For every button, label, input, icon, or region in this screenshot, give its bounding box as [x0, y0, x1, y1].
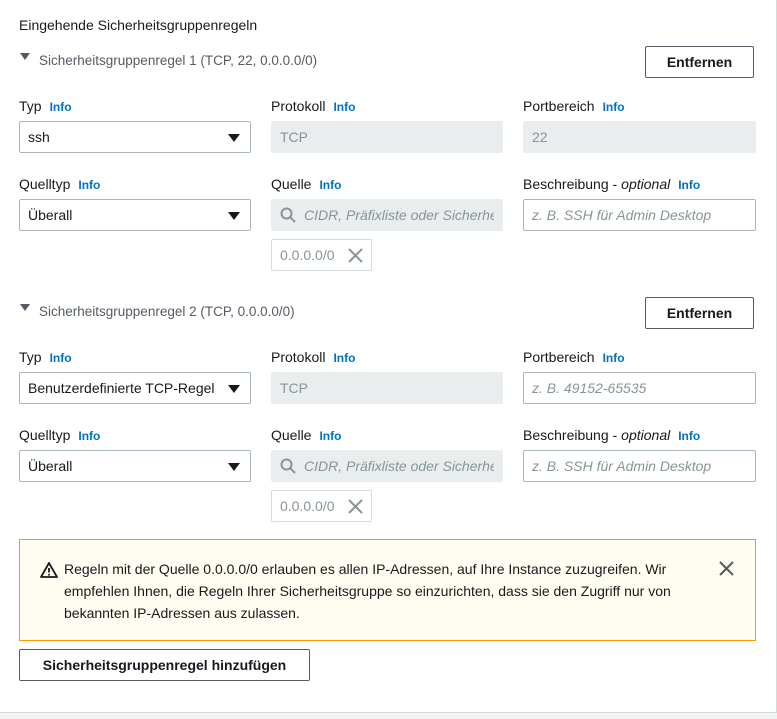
description-label: Beschreibung - optional Info	[523, 176, 701, 192]
source-type-label: Quelltyp Info	[19, 427, 101, 443]
info-link[interactable]: Info	[78, 429, 100, 443]
close-icon[interactable]	[348, 248, 363, 263]
rule-1-protocol-field: TCP	[271, 121, 503, 153]
info-link[interactable]: Info	[678, 429, 700, 443]
rule-1-description-input[interactable]: z. B. SSH für Admin Desktop	[523, 199, 756, 231]
inbound-rules-panel: Eingehende Sicherheitsgruppenregeln Sich…	[0, 0, 777, 713]
source-label: Quelle Info	[271, 176, 342, 192]
info-link[interactable]: Info	[603, 351, 625, 365]
info-link[interactable]: Info	[78, 178, 100, 192]
rule-2-title: Sicherheitsgruppenregel 2 (TCP, 0.0.0.0/…	[39, 304, 295, 319]
info-link[interactable]: Info	[319, 178, 341, 192]
search-icon	[280, 458, 296, 474]
rule-1-source-search-input[interactable]: CIDR, Präfixliste oder Sicherhei	[271, 199, 503, 231]
port-range-label: Portbereich Info	[523, 349, 625, 365]
rule-1-source-type-select[interactable]: Überall	[19, 199, 251, 231]
caret-down-icon[interactable]	[20, 304, 30, 311]
rule-1-type-select[interactable]: ssh	[19, 121, 251, 153]
dropdown-arrow-icon	[228, 463, 240, 471]
search-icon	[280, 207, 296, 223]
rule-2-header[interactable]: Sicherheitsgruppenregel 2 (TCP, 0.0.0.0/…	[20, 304, 295, 319]
rule-2-description-input[interactable]: z. B. SSH für Admin Desktop	[523, 450, 756, 482]
description-label: Beschreibung - optional Info	[523, 427, 701, 443]
rule-2-port-input[interactable]: z. B. 49152-65535	[523, 372, 756, 404]
warning-icon	[40, 562, 58, 578]
rule-2-protocol-field: TCP	[271, 372, 503, 404]
rule-2-source-type-select[interactable]: Überall	[19, 450, 251, 482]
port-range-label: Portbereich Info	[523, 98, 625, 114]
remove-rule-2-button[interactable]: Entfernen	[645, 297, 754, 329]
info-link[interactable]: Info	[333, 351, 355, 365]
source-label: Quelle Info	[271, 427, 342, 443]
warning-alert: Regeln mit der Quelle 0.0.0.0/0 erlauben…	[19, 539, 756, 641]
warning-message: Regeln mit der Quelle 0.0.0.0/0 erlauben…	[64, 561, 671, 621]
rule-2-type-select[interactable]: Benutzerdefinierte TCP-Regel	[19, 372, 251, 404]
dropdown-arrow-icon	[228, 385, 240, 393]
info-link[interactable]: Info	[603, 100, 625, 114]
dropdown-arrow-icon	[228, 134, 240, 142]
source-type-label: Quelltyp Info	[19, 176, 101, 192]
remove-rule-1-button[interactable]: Entfernen	[645, 46, 754, 78]
rule-2-source-token: 0.0.0.0/0	[271, 490, 372, 522]
protocol-label: Protokoll Info	[271, 349, 356, 365]
close-icon[interactable]	[719, 561, 734, 576]
info-link[interactable]: Info	[333, 100, 355, 114]
info-link[interactable]: Info	[50, 100, 72, 114]
rule-1-port-field: 22	[523, 121, 756, 153]
dropdown-arrow-icon	[228, 212, 240, 220]
info-link[interactable]: Info	[678, 178, 700, 192]
rule-2-source-search-input[interactable]: CIDR, Präfixliste oder Sicherhei	[271, 450, 503, 482]
rule-1-header[interactable]: Sicherheitsgruppenregel 1 (TCP, 22, 0.0.…	[20, 53, 317, 68]
add-rule-button[interactable]: Sicherheitsgruppenregel hinzufügen	[19, 649, 310, 681]
info-link[interactable]: Info	[319, 429, 341, 443]
info-link[interactable]: Info	[50, 351, 72, 365]
section-title: Eingehende Sicherheitsgruppenregeln	[19, 17, 258, 33]
rule-1-source-token: 0.0.0.0/0	[271, 239, 372, 271]
type-label: Typ Info	[19, 349, 72, 365]
protocol-label: Protokoll Info	[271, 98, 356, 114]
rule-1-title: Sicherheitsgruppenregel 1 (TCP, 22, 0.0.…	[39, 53, 318, 68]
type-label: Typ Info	[19, 98, 72, 114]
close-icon[interactable]	[348, 499, 363, 514]
caret-down-icon[interactable]	[20, 53, 30, 60]
